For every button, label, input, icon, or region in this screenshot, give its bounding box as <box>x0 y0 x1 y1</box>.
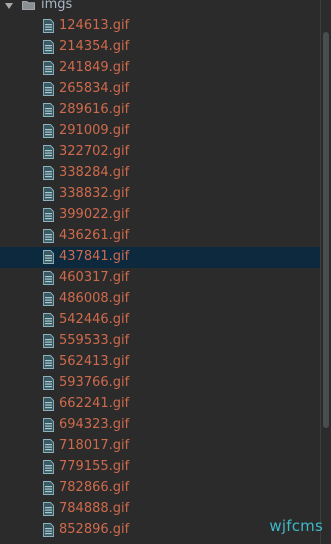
image-file-icon <box>43 292 54 306</box>
file-row[interactable]: 718017.gif <box>0 436 320 457</box>
image-file-icon <box>43 166 54 180</box>
image-file-icon <box>43 124 54 138</box>
image-file-icon <box>43 271 54 285</box>
file-name: 124613.gif <box>59 18 130 33</box>
watermark: wjfcms <box>269 517 323 535</box>
file-row[interactable]: 436261.gif <box>0 226 320 247</box>
image-file-icon <box>43 187 54 201</box>
file-row[interactable]: 559533.gif <box>0 331 320 352</box>
image-file-icon <box>43 355 54 369</box>
image-file-icon <box>43 481 54 495</box>
file-row[interactable]: 437841.gif <box>0 247 320 268</box>
file-name: 542446.gif <box>59 312 130 327</box>
image-file-icon <box>43 103 54 117</box>
file-name: 338832.gif <box>59 186 130 201</box>
file-row[interactable]: 124613.gif <box>0 16 320 37</box>
file-row[interactable]: 460317.gif <box>0 268 320 289</box>
image-file-icon <box>43 523 54 537</box>
folder-label: imgs <box>41 0 73 12</box>
file-row[interactable]: 593766.gif <box>0 373 320 394</box>
file-name: 486008.gif <box>59 291 130 306</box>
file-row[interactable]: 289616.gif <box>0 100 320 121</box>
chevron-down-icon[interactable] <box>5 3 13 9</box>
file-row[interactable]: 399022.gif <box>0 205 320 226</box>
image-file-icon <box>43 460 54 474</box>
file-row[interactable]: 214354.gif <box>0 37 320 58</box>
file-row[interactable]: 486008.gif <box>0 289 320 310</box>
vertical-scrollbar[interactable] <box>320 0 331 544</box>
file-name: 289616.gif <box>59 102 130 117</box>
file-name: 291009.gif <box>59 123 130 138</box>
file-name: 593766.gif <box>59 375 130 390</box>
file-name: 399022.gif <box>59 207 130 222</box>
file-name: 460317.gif <box>59 270 130 285</box>
file-name: 437841.gif <box>59 249 130 264</box>
file-name: 782866.gif <box>59 480 130 495</box>
image-file-icon <box>43 208 54 222</box>
file-row[interactable]: 338284.gif <box>0 163 320 184</box>
project-tree-panel: imgs 124613.gif 214354.gif 241849.gif 26583… <box>0 0 331 544</box>
image-file-icon <box>43 40 54 54</box>
file-list: 124613.gif 214354.gif 241849.gif 265834.gif… <box>0 16 320 541</box>
folder-icon <box>22 1 35 10</box>
file-row[interactable]: 562413.gif <box>0 352 320 373</box>
file-row[interactable]: 338832.gif <box>0 184 320 205</box>
image-file-icon <box>43 376 54 390</box>
image-file-icon <box>43 334 54 348</box>
file-row[interactable]: 694323.gif <box>0 415 320 436</box>
file-name: 214354.gif <box>59 39 130 54</box>
file-row[interactable]: 241849.gif <box>0 58 320 79</box>
image-file-icon <box>43 229 54 243</box>
scrollbar-thumb[interactable] <box>323 32 329 428</box>
file-name: 694323.gif <box>59 417 130 432</box>
file-name: 265834.gif <box>59 81 130 96</box>
file-name: 436261.gif <box>59 228 130 243</box>
file-row[interactable]: 662241.gif <box>0 394 320 415</box>
file-row[interactable]: 542446.gif <box>0 310 320 331</box>
image-file-icon <box>43 145 54 159</box>
file-row[interactable]: 322702.gif <box>0 142 320 163</box>
image-file-icon <box>43 418 54 432</box>
file-name: 559533.gif <box>59 333 130 348</box>
file-row[interactable]: 291009.gif <box>0 121 320 142</box>
file-row[interactable]: 265834.gif <box>0 79 320 100</box>
file-row[interactable]: 779155.gif <box>0 457 320 478</box>
file-row[interactable]: 782866.gif <box>0 478 320 499</box>
image-file-icon <box>43 397 54 411</box>
file-name: 241849.gif <box>59 60 130 75</box>
file-name: 718017.gif <box>59 438 130 453</box>
file-name: 779155.gif <box>59 459 130 474</box>
file-name: 784888.gif <box>59 501 130 516</box>
file-name: 322702.gif <box>59 144 130 159</box>
image-file-icon <box>43 313 54 327</box>
folder-row-imgs[interactable]: imgs <box>0 0 331 17</box>
image-file-icon <box>43 250 54 264</box>
image-file-icon <box>43 61 54 75</box>
image-file-icon <box>43 82 54 96</box>
file-name: 852896.gif <box>59 522 130 537</box>
file-name: 662241.gif <box>59 396 130 411</box>
file-name: 338284.gif <box>59 165 130 180</box>
file-name: 562413.gif <box>59 354 130 369</box>
image-file-icon <box>43 502 54 516</box>
image-file-icon <box>43 19 54 33</box>
image-file-icon <box>43 439 54 453</box>
